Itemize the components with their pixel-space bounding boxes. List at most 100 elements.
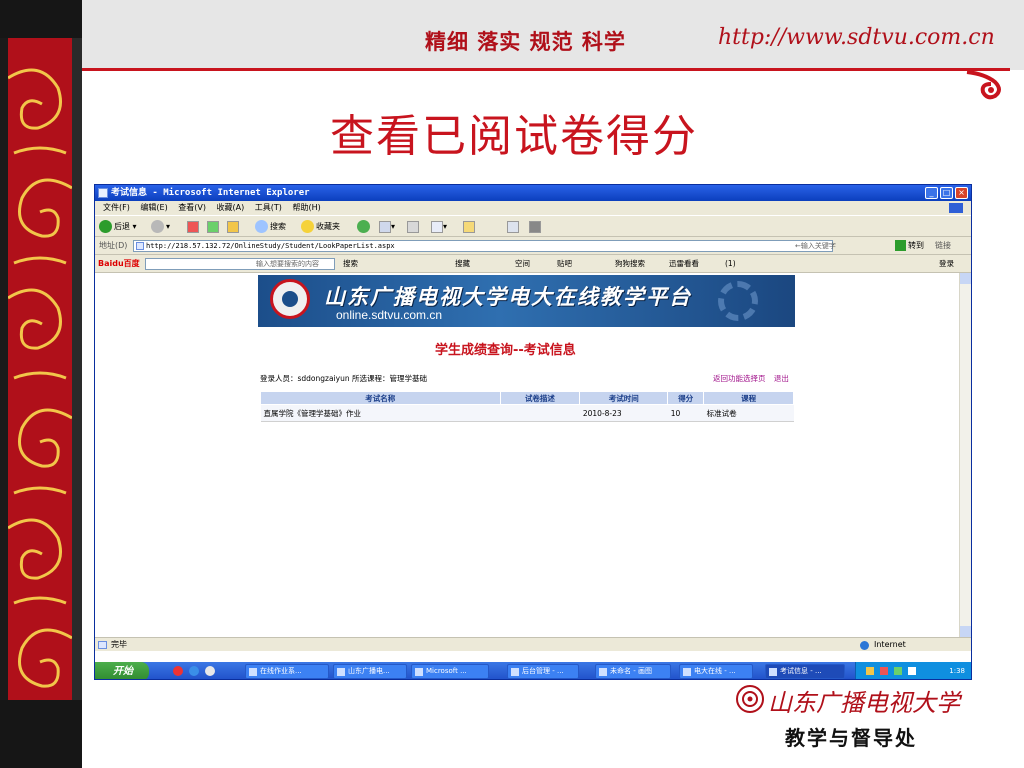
scroll-down-button[interactable] <box>960 626 971 637</box>
website-url: http://www.sdtvu.com.cn <box>718 25 995 50</box>
print-icon <box>407 220 419 233</box>
col-exam-name: 考试名称 <box>260 391 501 405</box>
close-button[interactable]: × <box>955 187 968 199</box>
baidu-item-collect[interactable]: 搜藏 <box>455 255 470 273</box>
edit-icon <box>431 220 443 233</box>
baidu-item-space[interactable]: 空间 <box>515 255 530 273</box>
cell-exam-name[interactable]: 直属学院《管理学基础》作业 <box>260 404 501 422</box>
start-button[interactable]: 开始 <box>95 662 149 679</box>
baidu-item-count[interactable]: (1) <box>725 255 736 273</box>
window-title: 考试信息 - Microsoft Internet Explorer <box>111 188 310 198</box>
slide-title: 查看已阅试卷得分 <box>330 111 698 162</box>
task-sdtvu[interactable]: 山东广播电... <box>333 664 407 679</box>
status-bar: 完毕 Internet <box>95 637 971 651</box>
scroll-edge-left <box>0 0 8 768</box>
tray-icon[interactable] <box>894 667 902 675</box>
tray-icon[interactable] <box>908 667 916 675</box>
globe-icon <box>860 641 869 650</box>
menu-edit[interactable]: 编辑(E) <box>140 201 167 215</box>
scroll-cap-bottom <box>0 700 82 768</box>
search-button[interactable]: 搜索 <box>255 220 286 234</box>
minimize-button[interactable]: _ <box>925 187 938 199</box>
go-button[interactable]: 转到 <box>895 237 924 255</box>
ie-page-icon <box>98 188 108 198</box>
baidu-login[interactable]: 登录 <box>939 255 954 273</box>
address-url: http://218.57.132.72/OnlineStudy/Student… <box>146 242 395 250</box>
grade-query-title: 学生成绩查询--考试信息 <box>435 343 576 358</box>
baidu-item-xunlei[interactable]: 迅雷看看 <box>669 255 699 273</box>
history-button[interactable] <box>357 220 372 234</box>
status-page-icon <box>98 641 107 649</box>
folder-icon <box>463 220 475 233</box>
address-input[interactable]: http://218.57.132.72/OnlineStudy/Student… <box>133 240 833 252</box>
standard-toolbar: 后退 ▾ ▾ 搜索 收藏夹 ▾ ▾ <box>95 215 971 237</box>
cell-exam-time: 2010-8-23 <box>579 404 668 422</box>
messenger-button[interactable] <box>507 220 519 234</box>
back-button[interactable]: 后退 ▾ <box>99 220 137 234</box>
go-arrow-icon <box>895 240 906 251</box>
nav-links: 返回功能选择页 退出 <box>707 373 789 384</box>
header-rule <box>80 68 1010 71</box>
research-icon <box>529 220 541 233</box>
tray-icon[interactable] <box>880 667 888 675</box>
exam-table: 考试名称 试卷描述 考试时间 得分 课程 直属学院《管理学基础》作业 2010-… <box>260 391 794 422</box>
task-online-platform[interactable]: 电大在线 - ... <box>679 664 753 679</box>
keyword-hint: ←输入关键字 <box>795 242 836 250</box>
menu-tools[interactable]: 工具(T) <box>255 201 282 215</box>
links-button[interactable]: 链接 <box>935 237 951 255</box>
baidu-toolbar: Baidu百度 输入想要搜索的内容 搜索 搜藏 空间 贴吧 狗狗搜索 迅雷看看 … <box>95 255 971 273</box>
scroll-up-button[interactable] <box>960 273 971 284</box>
back-to-menu-link[interactable]: 返回功能选择页 <box>713 374 766 383</box>
menu-file[interactable]: 文件(F) <box>103 201 130 215</box>
quicklaunch-ie-icon[interactable] <box>189 666 199 676</box>
menu-help[interactable]: 帮助(H) <box>292 201 320 215</box>
page-icon <box>136 242 144 250</box>
task-admin[interactable]: 后台管理 - ... <box>507 664 579 679</box>
messenger-icon <box>507 220 519 233</box>
task-microsoft[interactable]: Microsoft ... <box>411 664 489 679</box>
research-button[interactable] <box>529 220 541 234</box>
forward-button[interactable]: ▾ <box>151 220 170 234</box>
browser-screenshot: 考试信息 - Microsoft Internet Explorer _ □ ×… <box>94 184 972 680</box>
table-row[interactable]: 直属学院《管理学基础》作业 2010-8-23 10 标准试卷 <box>260 404 794 422</box>
baidu-logo[interactable]: Baidu百度 <box>98 255 140 273</box>
col-course: 课程 <box>703 391 794 405</box>
col-exam-time: 考试时间 <box>579 391 669 405</box>
clock[interactable]: 1:38 <box>949 662 965 679</box>
back-arrow-icon <box>99 220 112 233</box>
baidu-search-button[interactable]: 搜索 <box>343 255 358 273</box>
vertical-scrollbar[interactable] <box>959 273 971 637</box>
task-paint[interactable]: 未命名 - 画图 <box>595 664 671 679</box>
task-online-homework[interactable]: 在线作业系... <box>245 664 329 679</box>
address-bar: 地址(D) http://218.57.132.72/OnlineStudy/S… <box>95 237 971 255</box>
mail-icon <box>379 220 391 233</box>
cell-paper-desc <box>500 404 580 422</box>
university-seal-icon <box>736 685 764 713</box>
tv-university-emblem-icon <box>270 279 310 319</box>
cell-score: 10 <box>667 404 704 422</box>
edit-button[interactable]: ▾ <box>431 220 447 234</box>
login-info: 登录人员：sddongzaiyun 所选课程：管理学基础 <box>260 374 427 383</box>
menu-bar: 文件(F) 编辑(E) 查看(V) 收藏(A) 工具(T) 帮助(H) <box>95 201 971 215</box>
refresh-button[interactable] <box>207 220 219 234</box>
menu-favorites[interactable]: 收藏(A) <box>217 201 245 215</box>
quicklaunch-desktop-icon[interactable] <box>205 666 215 676</box>
home-button[interactable] <box>227 220 239 234</box>
baidu-item-tieba[interactable]: 贴吧 <box>557 255 572 273</box>
favorites-button[interactable]: 收藏夹 <box>301 220 340 234</box>
gear-decoration-icon <box>718 281 758 321</box>
baidu-item-gougou[interactable]: 狗狗搜索 <box>615 255 645 273</box>
quicklaunch-icon[interactable] <box>173 666 183 676</box>
search-icon <box>255 220 268 233</box>
stop-button[interactable] <box>187 220 199 234</box>
mail-button[interactable]: ▾ <box>379 220 395 234</box>
task-exam-info[interactable]: 考试信息 - ... <box>765 664 845 679</box>
logout-link[interactable]: 退出 <box>774 374 789 383</box>
security-zone: Internet <box>860 638 906 652</box>
tray-icon[interactable] <box>866 667 874 675</box>
folder-button[interactable] <box>463 220 475 234</box>
menu-view[interactable]: 查看(V) <box>178 201 206 215</box>
print-button[interactable] <box>407 220 419 234</box>
maximize-button[interactable]: □ <box>940 187 953 199</box>
baidu-search-input[interactable]: 输入想要搜索的内容 <box>145 258 335 270</box>
